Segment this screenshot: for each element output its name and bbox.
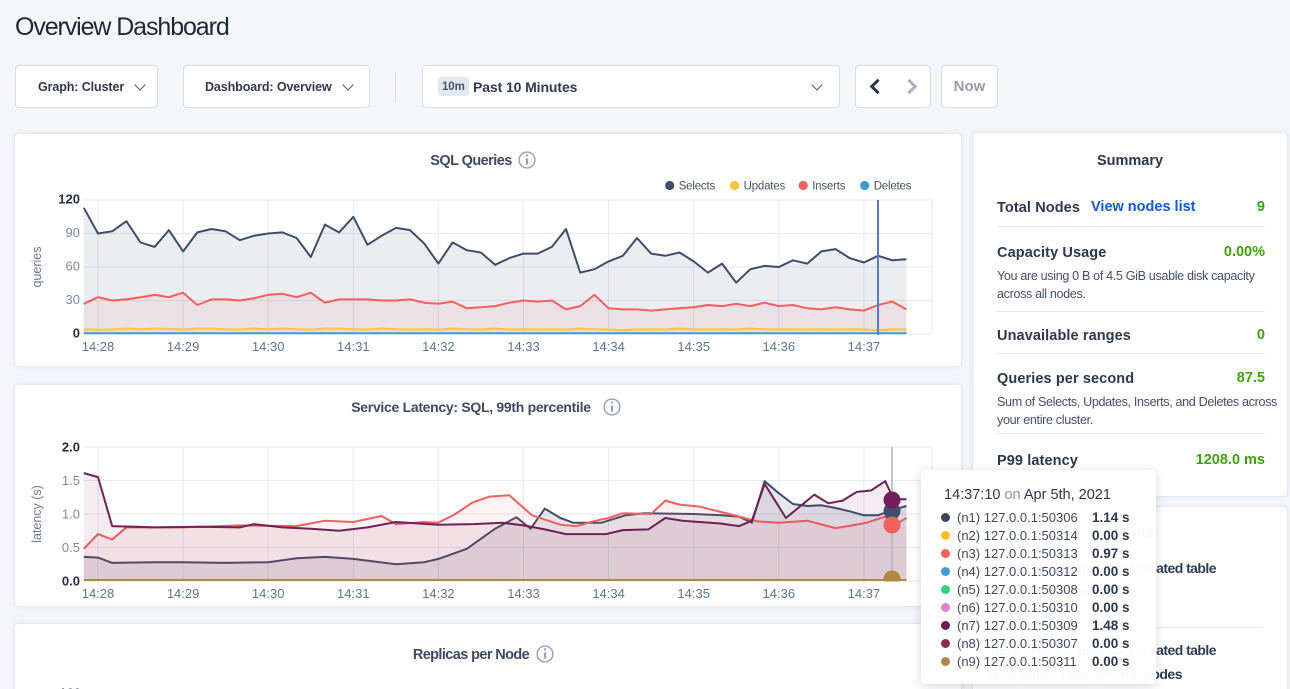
svg-text:14:30: 14:30 [252,586,285,601]
svg-text:14:33: 14:33 [507,586,540,601]
svg-text:Updates: Updates [744,181,786,193]
svg-text:90: 90 [66,225,80,240]
svg-text:14:29: 14:29 [167,339,200,354]
svg-text:14:37: 14:37 [848,586,881,601]
svg-text:160: 160 [59,686,81,689]
svg-text:Service Latency: SQL, 99th per: Service Latency: SQL, 99th percentile [351,399,591,415]
svg-text:latency (s): latency (s) [30,485,44,543]
svg-text:14:30: 14:30 [252,339,285,354]
svg-text:1.5: 1.5 [62,473,80,488]
svg-text:14:37: 14:37 [848,339,881,354]
svg-text:14:32: 14:32 [422,339,455,354]
svg-text:30: 30 [66,292,80,307]
svg-text:14:35: 14:35 [677,339,710,354]
svg-text:0.0: 0.0 [62,574,80,589]
svg-text:60: 60 [66,259,80,274]
svg-text:0: 0 [73,326,80,341]
svg-text:14:35: 14:35 [677,586,710,601]
svg-text:Deletes: Deletes [874,181,912,193]
svg-text:14:32: 14:32 [422,586,455,601]
svg-text:1.0: 1.0 [62,507,80,522]
svg-text:120: 120 [58,192,80,207]
svg-text:14:31: 14:31 [337,586,370,601]
svg-text:queries: queries [30,247,44,288]
svg-text:14:31: 14:31 [337,339,370,354]
svg-text:Selects: Selects [679,181,716,193]
svg-text:14:34: 14:34 [592,339,625,354]
svg-text:Replicas per Node: Replicas per Node [413,647,530,663]
svg-text:14:28: 14:28 [82,586,115,601]
svg-text:0.5: 0.5 [62,540,80,555]
svg-text:14:33: 14:33 [507,339,540,354]
svg-text:14:36: 14:36 [763,339,796,354]
svg-text:SQL Queries: SQL Queries [430,153,512,169]
svg-text:14:34: 14:34 [592,586,625,601]
svg-text:14:36: 14:36 [763,586,796,601]
svg-text:14:29: 14:29 [167,586,200,601]
svg-text:Inserts: Inserts [812,181,846,193]
svg-text:14:28: 14:28 [82,339,115,354]
svg-text:2.0: 2.0 [62,440,80,455]
